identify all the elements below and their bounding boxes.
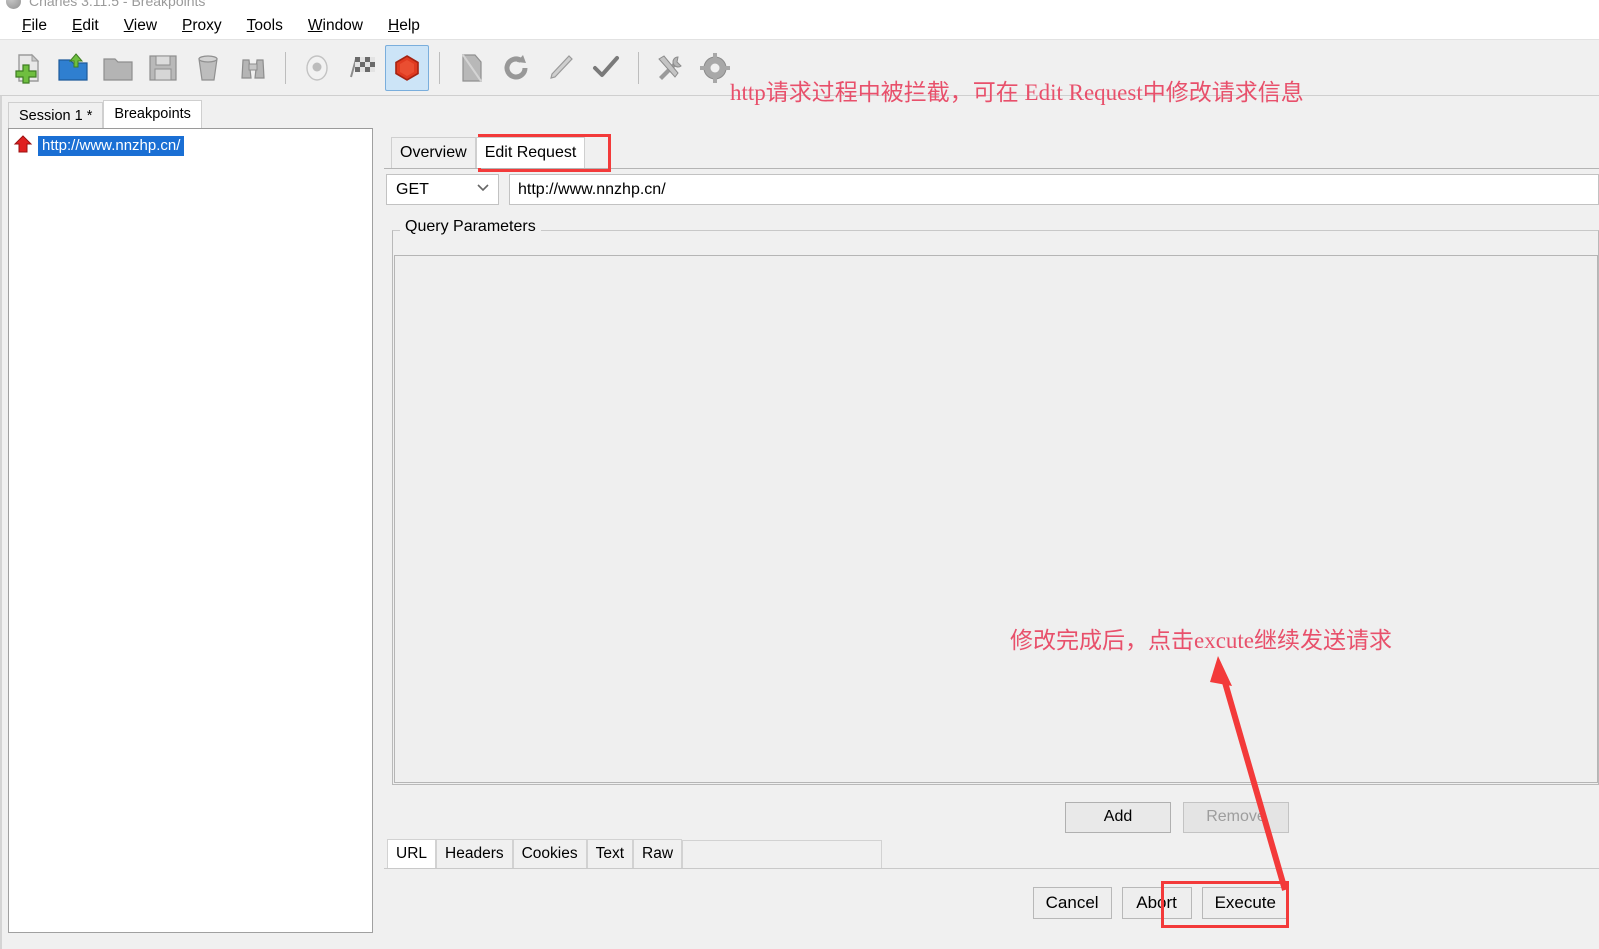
tab-session-1[interactable]: Session 1 * xyxy=(8,102,104,128)
tool-bar xyxy=(0,40,1599,96)
menu-view[interactable]: View xyxy=(112,14,170,38)
charles-proxy-window: Charles 3.11.5 - Breakpoints File Edit V… xyxy=(0,0,1599,949)
menu-help[interactable]: Help xyxy=(376,14,433,38)
tools-wrench-icon[interactable] xyxy=(648,45,692,91)
list-item[interactable]: http://www.nnzhp.cn/ xyxy=(9,134,372,158)
charles-logo-icon xyxy=(6,0,21,9)
menu-bar: File Edit View Proxy Tools Window Help xyxy=(0,12,1599,40)
url-input[interactable]: http://www.nnzhp.cn/ xyxy=(509,174,1599,205)
menu-tools[interactable]: Tools xyxy=(235,14,296,38)
record-icon[interactable] xyxy=(295,45,339,91)
add-button[interactable]: Add xyxy=(1065,801,1171,833)
title-bar: Charles 3.11.5 - Breakpoints xyxy=(0,0,1599,12)
breakpoints-list: http://www.nnzhp.cn/ xyxy=(8,128,373,933)
toolbar-separator-1 xyxy=(285,51,286,84)
query-parameters-group: Query Parameters xyxy=(390,218,1599,790)
method-value: GET xyxy=(396,180,429,198)
tab-breakpoints[interactable]: Breakpoints xyxy=(103,100,202,128)
left-panel-tabs: Session 1 * Breakpoints xyxy=(8,100,202,128)
url-value: http://www.nnzhp.cn/ xyxy=(518,180,666,198)
tab-strip-filler xyxy=(682,840,883,868)
request-line: GET http://www.nnzhp.cn/ xyxy=(386,173,1599,206)
menu-window[interactable]: Window xyxy=(296,14,376,38)
request-tabs: Overview Edit Request xyxy=(391,134,586,168)
save-floppy-icon[interactable] xyxy=(141,45,185,91)
abort-button[interactable]: Abort xyxy=(1121,887,1192,919)
query-parameters-table[interactable] xyxy=(394,255,1598,783)
tab-text[interactable]: Text xyxy=(586,839,634,868)
compose-page-icon[interactable] xyxy=(449,45,493,91)
query-parameters-label: Query Parameters xyxy=(400,218,541,236)
query-parameters-box xyxy=(392,230,1599,785)
tab-edit-request[interactable]: Edit Request xyxy=(475,137,586,168)
window-left-border xyxy=(0,12,2,949)
tab-overview[interactable]: Overview xyxy=(391,137,476,168)
breakpoint-url: http://www.nnzhp.cn/ xyxy=(38,136,185,156)
param-action-row: Add Remove xyxy=(390,798,1599,836)
request-body-tabs: URL Headers Cookies Text Raw xyxy=(387,838,883,868)
validate-check-icon[interactable] xyxy=(584,45,628,91)
window-title: Charles 3.11.5 - Breakpoints xyxy=(29,0,206,9)
menu-proxy[interactable]: Proxy xyxy=(170,14,235,38)
tab-url[interactable]: URL xyxy=(387,839,437,868)
clear-trash-icon[interactable] xyxy=(186,45,230,91)
breakpoints-stop-icon[interactable] xyxy=(385,44,429,91)
red-up-arrow-icon xyxy=(13,134,33,159)
open-folder-icon[interactable] xyxy=(51,45,95,91)
cancel-button[interactable]: Cancel xyxy=(1032,887,1112,919)
new-session-icon[interactable] xyxy=(6,45,50,91)
remove-button: Remove xyxy=(1183,801,1289,833)
toolbar-separator-2 xyxy=(439,51,440,84)
method-select[interactable]: GET xyxy=(386,174,499,205)
edit-pencil-icon[interactable] xyxy=(539,45,583,91)
tab-cookies[interactable]: Cookies xyxy=(512,839,587,868)
menu-file[interactable]: File xyxy=(10,14,60,38)
find-binoculars-icon[interactable] xyxy=(231,45,275,91)
throttle-flags-icon[interactable] xyxy=(340,45,384,91)
dialog-button-bar: Cancel Abort Execute xyxy=(384,868,1599,949)
repeat-refresh-icon[interactable] xyxy=(494,45,538,91)
settings-gear-icon[interactable] xyxy=(693,45,737,91)
tab-raw[interactable]: Raw xyxy=(633,839,683,868)
toolbar-separator-3 xyxy=(638,51,639,84)
chevron-down-icon xyxy=(475,179,491,200)
tab-headers[interactable]: Headers xyxy=(436,839,513,868)
execute-button[interactable]: Execute xyxy=(1201,887,1289,919)
menu-edit[interactable]: Edit xyxy=(60,14,112,38)
save-folder-icon[interactable] xyxy=(96,45,140,91)
